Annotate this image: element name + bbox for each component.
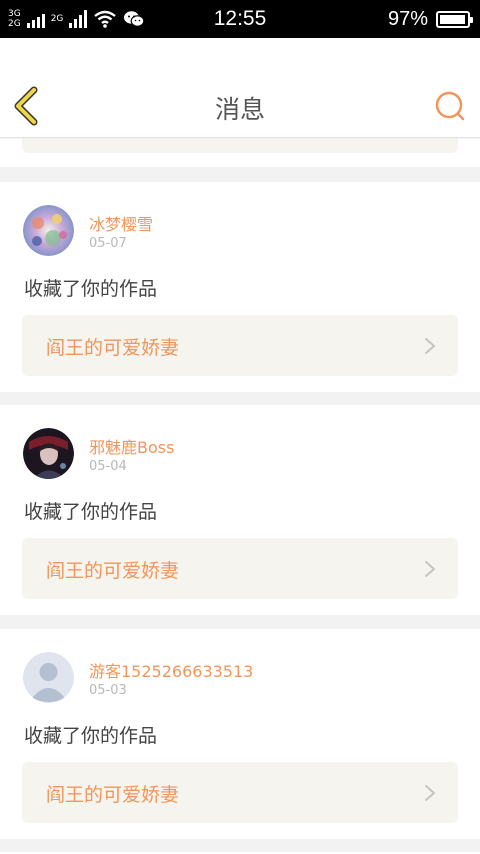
work-title: 阎王的可爱娇妻 (46, 560, 180, 582)
work-title: 阎王的可爱娇妻 (46, 784, 180, 806)
nav-header: 消息 (0, 38, 480, 138)
avatar[interactable] (23, 205, 74, 256)
chevron-right-icon (425, 785, 435, 801)
message-item: 邪魅鹿Boss 05-04 收藏了你的作品 阎王的可爱娇妻 (0, 405, 480, 615)
chevron-right-icon (425, 561, 435, 577)
action-text: 收藏了你的作品 (24, 278, 158, 300)
username[interactable]: 邪魅鹿Boss (89, 434, 174, 458)
battery-percent: 97% (387, 8, 428, 30)
message-date: 05-04 (89, 459, 127, 474)
work-card[interactable]: 阎王的可爱娇妻 (22, 538, 458, 599)
status-bar: 3G 2G 2G 12:55 97% (0, 0, 480, 38)
previous-item-fragment (0, 139, 480, 167)
page-title: 消息 (214, 95, 265, 124)
avatar[interactable] (23, 428, 74, 479)
avatar[interactable] (23, 652, 74, 703)
search-icon[interactable] (434, 90, 466, 122)
username[interactable]: 游客1525266633513 (89, 658, 253, 682)
work-card[interactable]: 阎王的可爱娇妻 (22, 762, 458, 823)
chevron-right-icon (425, 338, 435, 354)
action-text: 收藏了你的作品 (24, 501, 158, 523)
work-card[interactable]: 阎王的可爱娇妻 (22, 315, 458, 376)
action-text: 收藏了你的作品 (24, 725, 158, 747)
battery-icon (436, 11, 473, 28)
message-item: 游客1525266633513 05-03 收藏了你的作品 阎王的可爱娇妻 (0, 629, 480, 839)
username[interactable]: 冰梦樱雪 (89, 211, 153, 235)
message-item: 冰梦樱雪 05-07 收藏了你的作品 阎王的可爱娇妻 (0, 182, 480, 392)
previous-work-card[interactable] (22, 139, 458, 153)
message-date: 05-03 (89, 683, 127, 698)
message-date: 05-07 (89, 236, 127, 251)
work-title: 阎王的可爱娇妻 (46, 337, 180, 359)
